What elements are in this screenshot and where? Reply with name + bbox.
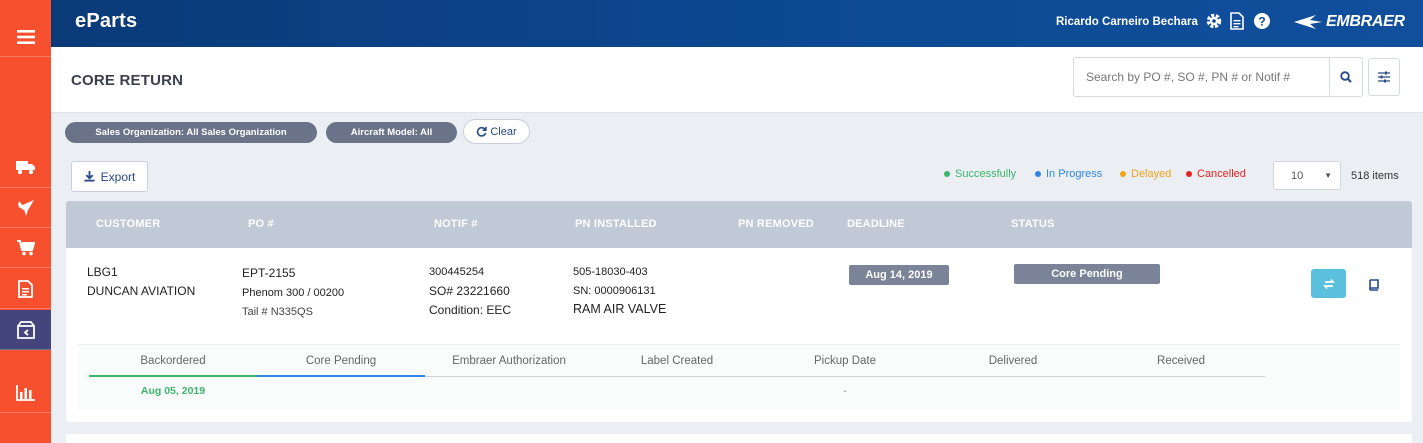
- table-header: CUSTOMER PO # NOTIF # PN INSTALLED PN RE…: [66, 201, 1412, 248]
- aircraft-info: Phenom 300 / 00200: [242, 287, 345, 299]
- tracker-step-delivered: Delivered: [988, 355, 1038, 367]
- page-title: CORE RETURN: [71, 72, 184, 89]
- backordered-date: Aug 05, 2019: [140, 385, 206, 397]
- sliders-icon: [1378, 71, 1390, 83]
- pickup-date: -: [843, 385, 847, 397]
- status-dot: [1120, 171, 1126, 177]
- part-description: RAM AIR VALVE: [573, 302, 667, 316]
- legend-successfully: Successfully: [944, 168, 1016, 180]
- page-header: CORE RETURN: [51, 47, 1423, 113]
- document-icon[interactable]: [1230, 12, 1244, 35]
- so-number: SO# 23221660: [429, 284, 510, 298]
- search-icon: [1340, 71, 1352, 83]
- column-header-pn-installed[interactable]: PN INSTALLED: [575, 218, 657, 230]
- document-icon[interactable]: [0, 269, 51, 309]
- tracker-segment-current: [257, 375, 425, 377]
- column-header-pn-removed[interactable]: PN REMOVED: [738, 218, 814, 230]
- tracker-step-core-pending: Core Pending: [305, 355, 377, 367]
- logo-text: EMBRAER: [1326, 13, 1405, 30]
- export-label: Export: [100, 169, 136, 184]
- return-box-icon[interactable]: [0, 310, 51, 350]
- legend-label: Successfully: [955, 168, 1017, 180]
- page-size-select[interactable]: 10 ▼: [1273, 161, 1341, 190]
- serial-number: SN: 0000906131: [573, 285, 656, 297]
- clear-filters-button[interactable]: Clear: [463, 119, 530, 144]
- tracker-step-embraer-authorization: Embraer Authorization: [452, 355, 566, 367]
- legend-in-progress: In Progress: [1035, 168, 1102, 180]
- hamburger-menu-icon[interactable]: [0, 17, 51, 57]
- condition: Condition: EEC: [429, 303, 512, 317]
- po-number[interactable]: EPT-2155: [242, 266, 295, 280]
- embraer-logo: EMBRAER: [1294, 13, 1405, 31]
- status-dot: [1186, 171, 1192, 177]
- tail-number: Tail # N335QS: [242, 306, 313, 318]
- export-button[interactable]: Export: [71, 161, 148, 192]
- bar-chart-icon[interactable]: [0, 373, 51, 413]
- caret-down-icon: ▼: [1324, 171, 1332, 180]
- tracker-step-label-created: Label Created: [640, 355, 714, 367]
- column-header-deadline[interactable]: DEADLINE: [847, 218, 905, 230]
- column-header-status[interactable]: STATUS: [1011, 218, 1055, 230]
- airplane-icon[interactable]: [0, 188, 51, 228]
- sidebar: [0, 0, 51, 443]
- pn-installed: 505-18030-403: [573, 266, 648, 278]
- tracker-step-pickup-date: Pickup Date: [813, 355, 876, 367]
- user-name[interactable]: Ricardo Carneiro Bechara: [1056, 16, 1198, 28]
- deadline-badge: Aug 14, 2019: [849, 265, 949, 285]
- page-size-value: 10: [1291, 169, 1304, 182]
- return-action-button[interactable]: [1311, 269, 1346, 298]
- gear-icon[interactable]: [1205, 12, 1223, 35]
- clear-label: Clear: [490, 125, 517, 138]
- legend-cancelled: Cancelled: [1186, 168, 1246, 180]
- aircraft-model-filter-chip[interactable]: Aircraft Model: All: [326, 122, 457, 143]
- advanced-filter-button[interactable]: [1368, 58, 1400, 96]
- tracker-step-received: Received: [1157, 355, 1205, 367]
- search-input[interactable]: [1073, 57, 1330, 97]
- exchange-icon: [1322, 278, 1335, 289]
- cart-icon[interactable]: [0, 228, 51, 268]
- status-dot: [1035, 171, 1041, 177]
- sales-organization-filter-chip[interactable]: Sales Organization: All Sales Organizati…: [65, 122, 317, 143]
- customer-name: DUNCAN AVIATION: [87, 284, 196, 298]
- customer-code: LBG1: [87, 265, 118, 279]
- column-header-customer[interactable]: CUSTOMER: [96, 218, 160, 230]
- top-header: eParts Ricardo Carneiro Bechara ? EMBRAE…: [51, 0, 1423, 47]
- next-table-row: [66, 434, 1412, 443]
- svg-text:?: ?: [1258, 15, 1265, 29]
- tracker-step-backordered: Backordered: [140, 355, 206, 367]
- column-header-notif[interactable]: NOTIF #: [434, 218, 478, 230]
- app-brand[interactable]: eParts: [75, 10, 137, 33]
- refresh-icon: [477, 126, 488, 137]
- legend-label: In Progress: [1046, 168, 1103, 180]
- tracker-segment-done: [89, 375, 257, 377]
- items-count: 518 items: [1351, 170, 1399, 182]
- truck-icon[interactable]: [0, 148, 51, 188]
- book-icon[interactable]: [1368, 278, 1380, 296]
- legend-label: Delayed: [1131, 168, 1172, 180]
- status-badge: Core Pending: [1014, 264, 1160, 284]
- status-dot: [944, 171, 950, 177]
- legend-label: Cancelled: [1197, 168, 1246, 180]
- core-return-table: CUSTOMER PO # NOTIF # PN INSTALLED PN RE…: [66, 201, 1412, 422]
- column-header-po[interactable]: PO #: [248, 218, 274, 230]
- help-icon[interactable]: ?: [1253, 12, 1271, 35]
- legend-delayed: Delayed: [1120, 168, 1171, 180]
- search-button[interactable]: [1329, 57, 1363, 97]
- embraer-logo-mark-icon: [1294, 15, 1322, 29]
- status-tracker: Backordered Core Pending Embraer Authori…: [78, 344, 1400, 410]
- download-icon: [84, 171, 95, 182]
- notif-number: 300445254: [429, 266, 485, 278]
